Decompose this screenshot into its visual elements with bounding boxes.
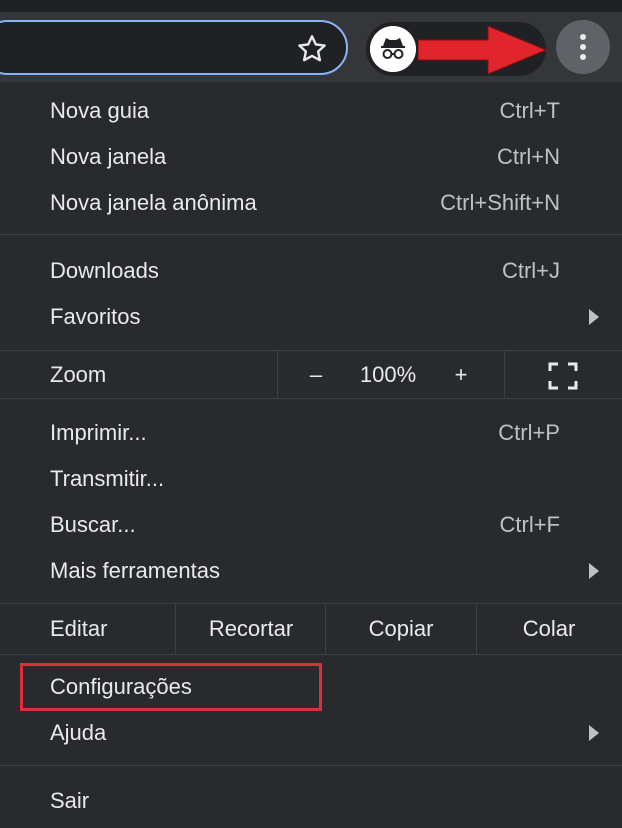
menu-item-bookmarks[interactable]: Favoritos	[0, 294, 622, 340]
zoom-level: 100%	[359, 362, 417, 387]
menu-item-new-window[interactable]: Nova janela Ctrl+N	[0, 134, 622, 180]
settings-highlight-annotation	[20, 663, 322, 711]
submenu-arrow-icon	[589, 563, 599, 579]
zoom-in-button[interactable]: +	[450, 352, 472, 398]
copy-button[interactable]: Copiar	[326, 604, 476, 654]
zoom-divider	[504, 351, 505, 398]
menu-item-shortcut: Ctrl+Shift+N	[440, 190, 560, 215]
menu-divider	[0, 234, 622, 235]
submenu-arrow-icon	[589, 725, 599, 741]
menu-item-label: Imprimir...	[50, 420, 147, 445]
menu-item-shortcut: Ctrl+F	[499, 512, 561, 537]
paste-button[interactable]: Colar	[476, 604, 622, 654]
menu-item-shortcut: Ctrl+T	[499, 98, 561, 123]
menu-item-label: Favoritos	[50, 304, 141, 329]
red-arrow-annotation-icon	[418, 26, 548, 74]
submenu-arrow-icon	[589, 309, 599, 325]
kebab-menu-icon[interactable]	[556, 20, 610, 74]
zoom-row: Zoom – 100% +	[0, 352, 622, 398]
menu-item-label: Nova janela anônima	[50, 190, 257, 215]
menu-item-label: Sair	[50, 788, 90, 813]
edit-divider	[175, 604, 176, 654]
zoom-divider	[277, 351, 278, 398]
menu-item-more-tools[interactable]: Mais ferramentas	[0, 548, 622, 594]
edit-row: Editar Recortar Copiar Colar	[0, 604, 622, 654]
menu-item-exit[interactable]: Sair	[0, 778, 622, 824]
menu-divider	[0, 398, 622, 399]
incognito-icon	[370, 26, 416, 72]
menu-item-downloads[interactable]: Downloads Ctrl+J	[0, 248, 622, 294]
menu-item-new-tab[interactable]: Nova guia Ctrl+T	[0, 88, 622, 134]
edit-divider	[476, 604, 477, 654]
menu-item-find[interactable]: Buscar... Ctrl+F	[0, 502, 622, 548]
menu-item-label: Ajuda	[50, 720, 107, 745]
menu-divider	[0, 654, 622, 655]
tab-strip	[0, 0, 622, 12]
browser-toolbar	[0, 0, 622, 82]
menu-item-incognito-window[interactable]: Nova janela anônima Ctrl+Shift+N	[0, 180, 622, 226]
menu-item-label: Downloads	[50, 258, 159, 283]
menu-item-label: Mais ferramentas	[50, 558, 220, 583]
menu-item-shortcut: Ctrl+N	[497, 144, 560, 169]
menu-item-label: Nova janela	[50, 144, 167, 169]
menu-item-label: Buscar...	[50, 512, 136, 537]
menu-divider	[0, 765, 622, 766]
zoom-label: Zoom	[50, 362, 107, 387]
edit-label: Editar	[50, 616, 108, 641]
menu-item-print[interactable]: Imprimir... Ctrl+P	[0, 410, 622, 456]
menu-item-cast[interactable]: Transmitir...	[0, 456, 622, 502]
menu-item-help[interactable]: Ajuda	[0, 710, 622, 756]
zoom-out-button[interactable]: –	[306, 352, 326, 398]
edit-divider	[325, 604, 326, 654]
menu-item-shortcut: Ctrl+P	[498, 420, 560, 445]
menu-item-label: Transmitir...	[50, 466, 165, 491]
menu-item-shortcut: Ctrl+J	[501, 258, 560, 283]
cut-button[interactable]: Recortar	[176, 604, 326, 654]
fullscreen-icon[interactable]	[548, 362, 578, 390]
menu-divider	[0, 350, 622, 351]
menu-item-label: Nova guia	[50, 98, 150, 123]
star-icon[interactable]	[296, 33, 328, 65]
